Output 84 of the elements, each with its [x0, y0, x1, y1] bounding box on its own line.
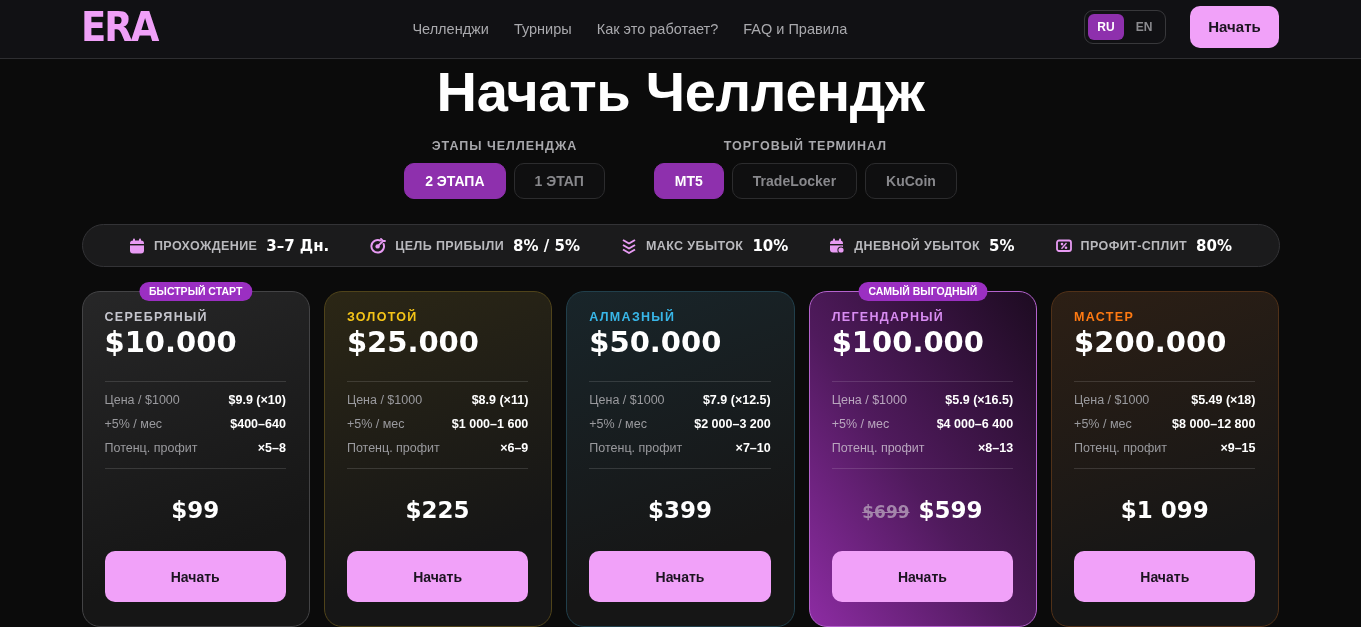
option-tab[interactable]: KuCoin — [865, 163, 957, 200]
spec-value: $8.9 (×11) — [471, 393, 529, 407]
plan-badge: БЫСТРЫЙ СТАРТ — [139, 282, 253, 301]
spec-label: Потенц. профит — [346, 441, 440, 455]
rule-value: 5% — [989, 236, 1015, 255]
spec-value: ×9–15 — [1220, 441, 1256, 455]
option-tab[interactable]: 1 ЭТАП — [513, 163, 605, 200]
plan-price: $225 — [405, 496, 470, 525]
rule-label: ПРОХОЖДЕНИЕ — [154, 238, 258, 253]
plan-price: $1 099 — [1120, 496, 1209, 525]
plan-price: $399 — [648, 496, 712, 525]
spec-label: +5% / мес — [346, 417, 405, 431]
spec-label: Цена / $1000 — [346, 393, 423, 407]
rule-label: ПРОФИТ-СПЛИТ — [1080, 238, 1188, 253]
spec-value: $5.49 (×18) — [1191, 393, 1256, 407]
spec-label: Цена / $1000 — [831, 393, 907, 407]
layers-icon — [620, 237, 637, 254]
option-tab[interactable]: TradeLocker — [731, 163, 858, 200]
spec-value: ×6–9 — [500, 441, 529, 455]
spec-label: Потенц. профит — [831, 441, 925, 455]
rule-value: 80% — [1196, 236, 1232, 255]
account-size: $50.000 — [589, 325, 723, 359]
calendar-icon — [129, 237, 145, 254]
target-icon — [370, 237, 387, 254]
start-button[interactable]: Начать — [831, 551, 1014, 602]
rule-label: МАКС УБЫТОК — [645, 238, 744, 253]
spec-value: ×8–13 — [978, 441, 1014, 455]
selector-heading: ЭТАПЫ ЧЕЛЛЕНДЖА — [431, 139, 578, 155]
plan-price: $99 — [171, 496, 220, 525]
start-button[interactable]: Начать — [1074, 551, 1256, 602]
rule-value: 10% — [752, 236, 789, 255]
old-price: $699 — [862, 502, 910, 522]
tier-name: АЛМАЗНЫЙ — [589, 309, 677, 325]
start-button[interactable]: Начать — [1190, 5, 1279, 48]
tier-name: ЛЕГЕНДАРНЫЙ — [831, 309, 946, 325]
language-option[interactable]: RU — [1088, 13, 1124, 40]
language-option[interactable]: EN — [1126, 13, 1162, 40]
spec-value: ×7–10 — [735, 441, 771, 455]
banknote-icon — [1055, 237, 1072, 254]
selector-heading: ТОРГОВЫЙ ТЕРМИНАЛ — [723, 139, 887, 155]
spec-label: Цена / $1000 — [104, 393, 180, 407]
spec-value: $2 000–3 200 — [694, 417, 771, 431]
spec-label: Потенц. профит — [104, 441, 198, 455]
spec-value: $4 000–6 400 — [936, 417, 1014, 431]
spec-label: +5% / мес — [104, 417, 163, 431]
tier-name: МАСТЕР — [1074, 309, 1136, 325]
spec-value: $400–640 — [230, 417, 286, 431]
account-size: $25.000 — [346, 325, 480, 359]
option-tab[interactable]: 2 ЭТАПА — [404, 163, 506, 200]
spec-label: +5% / мес — [589, 417, 647, 431]
option-tab[interactable]: MT5 — [653, 163, 724, 200]
spec-label: Потенц. профит — [589, 441, 683, 455]
spec-value: $8 000–12 800 — [1172, 417, 1256, 431]
account-size: $200.000 — [1074, 325, 1228, 359]
spec-label: Потенц. профит — [1074, 441, 1167, 455]
nav-link[interactable]: Турниры — [513, 21, 572, 38]
start-button[interactable]: Начать — [104, 551, 286, 602]
start-button[interactable]: Начать — [589, 551, 771, 602]
spec-value: $9.9 (×10) — [228, 393, 286, 407]
spec-value: $5.9 (×16.5) — [945, 393, 1014, 407]
spec-value: $7.9 (×12.5) — [702, 393, 771, 407]
nav-link[interactable]: Как это работает? — [596, 21, 719, 38]
calendar-icon — [829, 237, 846, 254]
rule-value: 8% / 5% — [513, 236, 580, 255]
spec-value: $1 000–1 600 — [451, 417, 529, 431]
tier-name: СЕРЕБРЯНЫЙ — [104, 309, 209, 325]
plan-badge: САМЫЙ ВЫГОДНЫЙ — [858, 282, 988, 301]
nav-link[interactable]: FAQ и Правила — [743, 21, 848, 38]
account-size: $100.000 — [831, 325, 985, 359]
spec-label: +5% / мес — [1074, 417, 1132, 431]
rule-label: ДНЕВНОЙ УБЫТОК — [854, 238, 981, 253]
plan-price: $599 — [918, 496, 983, 525]
rule-label: ЦЕЛЬ ПРИБЫЛИ — [395, 238, 505, 253]
spec-value: ×5–8 — [257, 441, 286, 455]
account-size: $10.000 — [104, 325, 238, 359]
nav-link[interactable]: Челленджи — [412, 21, 489, 38]
spec-label: Цена / $1000 — [1074, 393, 1150, 407]
logo[interactable]: ERA — [81, 10, 158, 47]
rule-value: 3–7 Дн. — [266, 236, 330, 255]
tier-name: ЗОЛОТОЙ — [346, 309, 419, 325]
spec-label: +5% / мес — [831, 417, 890, 431]
spec-label: Цена / $1000 — [589, 393, 665, 407]
page-title: Начать Челлендж — [436, 62, 925, 123]
start-button[interactable]: Начать — [346, 551, 529, 602]
